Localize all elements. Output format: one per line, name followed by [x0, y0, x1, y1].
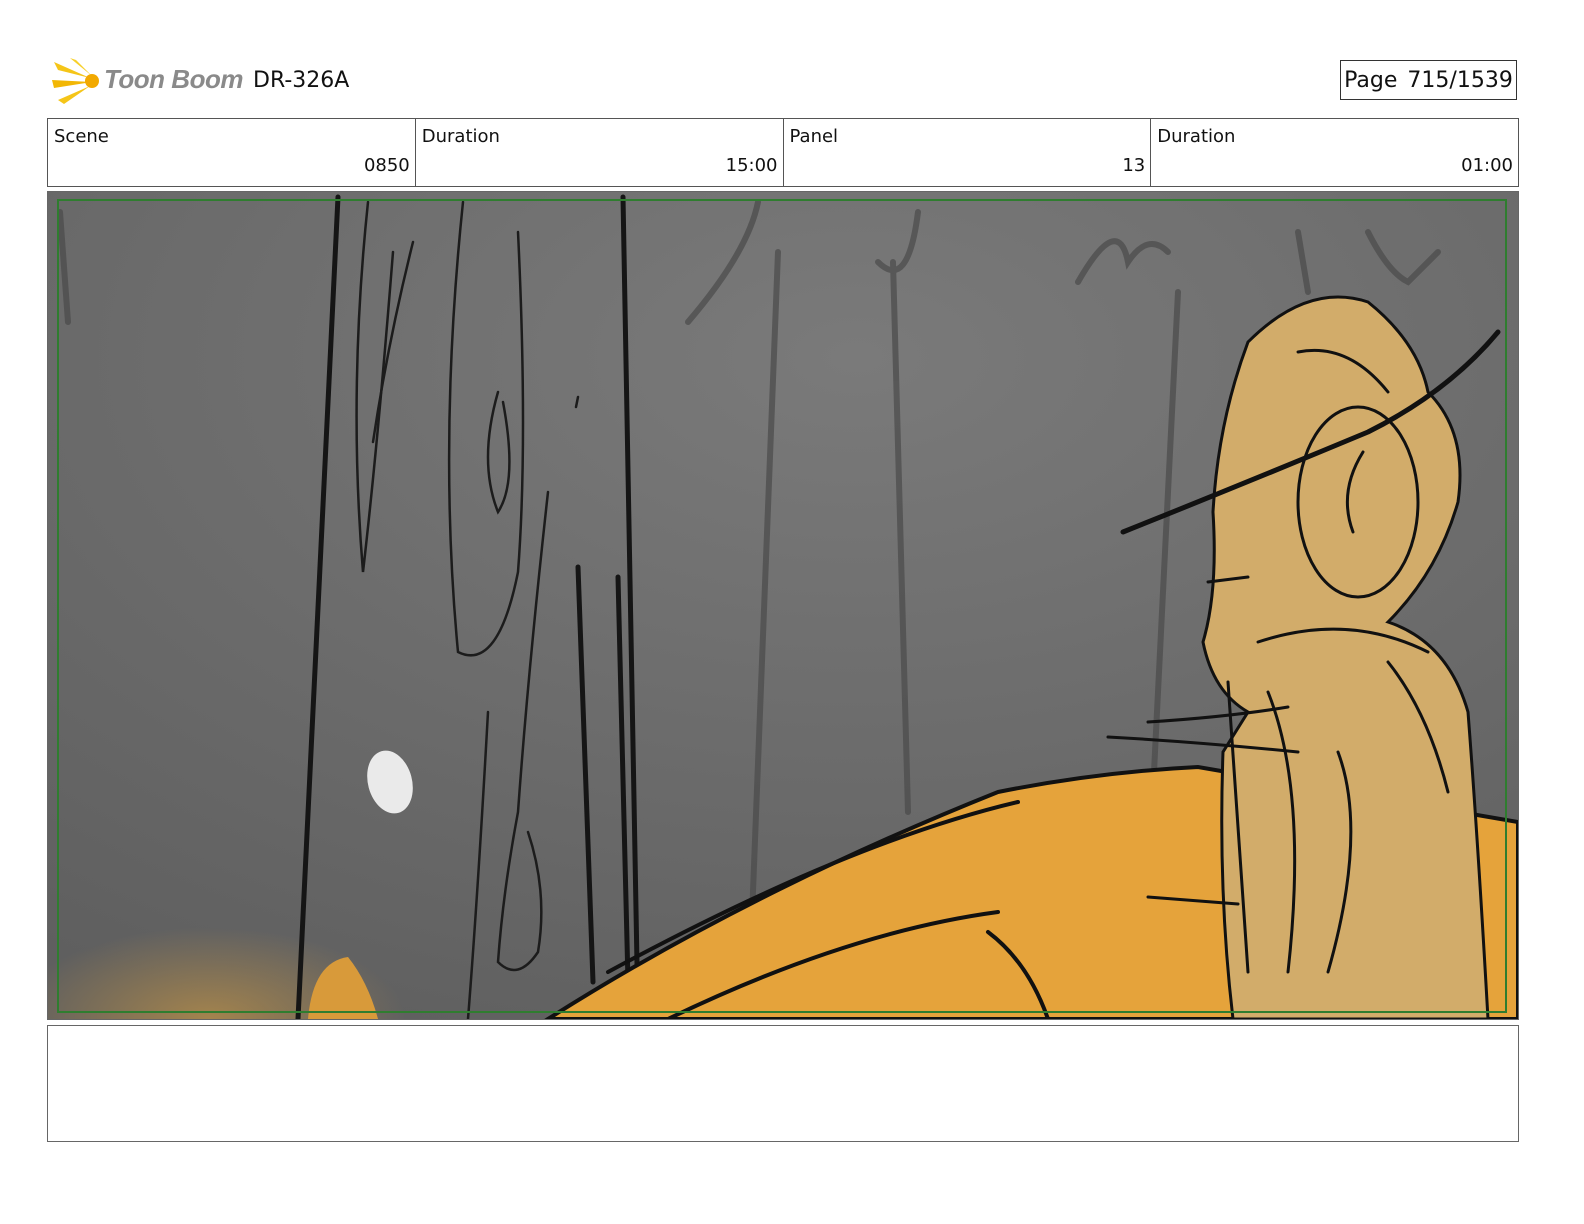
- panel-duration-cell: Duration 01:00: [1151, 119, 1518, 186]
- panel-label: Panel: [789, 126, 839, 147]
- panel-cell: Panel 13: [784, 119, 1152, 186]
- panel-info-table: Scene 0850 Duration 15:00 Panel 13 Durat…: [47, 118, 1519, 187]
- storyboard-panel: [47, 191, 1519, 1020]
- production-code: DR-326A: [253, 68, 350, 93]
- scene-duration-cell: Duration 15:00: [416, 119, 784, 186]
- panel-notes-box: [47, 1025, 1519, 1142]
- page-label: Page: [1344, 67, 1398, 93]
- scene-duration-label: Duration: [421, 126, 500, 147]
- panel-sketch-image: [48, 192, 1518, 1019]
- panel-duration-label: Duration: [1157, 126, 1236, 147]
- scene-label: Scene: [54, 126, 109, 147]
- scene-cell: Scene 0850: [48, 119, 416, 186]
- scene-duration-value: 15:00: [725, 155, 778, 176]
- panel-value: 13: [1122, 155, 1146, 176]
- scene-value: 0850: [363, 155, 410, 176]
- page-indicator: Page 715/1539: [1340, 60, 1517, 100]
- logo-wordmark: Toon Boom: [104, 64, 243, 94]
- page-number: 715/1539: [1407, 67, 1513, 93]
- panel-duration-value: 01:00: [1461, 155, 1513, 176]
